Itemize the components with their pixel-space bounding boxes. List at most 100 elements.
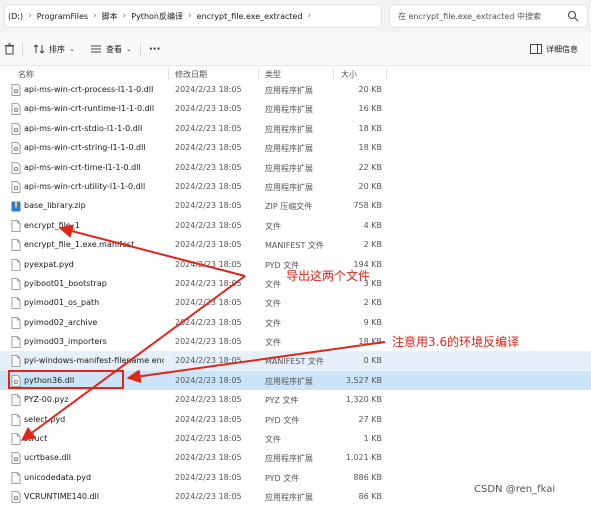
search-placeholder: 在 encrypt_file.exe_extracted 中搜索 [398, 11, 542, 21]
breadcrumb-drive[interactable]: (D:) [5, 12, 26, 21]
file-size: 886 KB [353, 472, 382, 482]
file-type: MANIFEST 文件 [265, 241, 324, 251]
breadcrumb-scripts[interactable]: 脚本 [99, 11, 121, 22]
file-size: 18 KB [358, 123, 382, 133]
file-row[interactable]: base_library.zip 2024/2/23 18:05 ZIP 压缩文件 7… [0, 196, 591, 215]
file-row[interactable]: api-ms-win-crt-stdio-l1-1-0.dll 2024/2/23… [0, 119, 591, 138]
file-row[interactable]: api-ms-win-crt-runtime-l1-1-0.dll 2024/2/… [0, 99, 591, 118]
file-row[interactable]: encrypt_file_1.exe.manifest 2024/2/23 18:… [0, 235, 591, 254]
dll-icon [11, 103, 21, 117]
dll-icon [11, 122, 21, 137]
file-icon [11, 355, 21, 369]
file-row[interactable]: api-ms-win-crt-string-l1-1-0.dll 2024/2/2… [0, 138, 591, 157]
column-name[interactable]: 名称 [18, 69, 34, 80]
trash-icon [5, 43, 14, 55]
file-type: 文件 [265, 338, 281, 348]
file-type: 文件 [265, 299, 281, 309]
file-date: 2024/2/23 18:05 [175, 123, 242, 133]
column-divider[interactable] [168, 68, 169, 80]
file-icon [11, 219, 21, 234]
file-row[interactable]: api-ms-win-crt-time-l1-1-0.dll 2024/2/23 … [0, 158, 591, 177]
column-divider[interactable] [386, 68, 387, 80]
file-type: 文件 [265, 318, 281, 328]
file-type: 应用程序扩展 [265, 182, 313, 192]
file-size: 18 KB [358, 337, 382, 347]
search-input[interactable]: 在 encrypt_file.exe_extracted 中搜索 [389, 4, 588, 28]
column-type[interactable]: 类型 [265, 69, 281, 80]
file-type: PYZ 文件 [265, 396, 299, 406]
file-date: 2024/2/23 18:05 [175, 492, 242, 502]
file-type: 应用程序扩展 [265, 144, 313, 154]
file-row[interactable]: PYZ-00.pyz 2024/2/23 18:05 PYZ 文件 1,320 KB [0, 390, 591, 409]
column-size[interactable]: 大小 [341, 69, 357, 80]
file-date: 2024/2/23 18:05 [175, 434, 242, 444]
dll-icon [11, 452, 21, 466]
file-icon [11, 471, 21, 486]
file-icon [11, 297, 21, 311]
chevron-right-icon: › [187, 11, 192, 21]
file-size: 18 KB [358, 143, 382, 153]
file-row[interactable]: encrypt_file_1 2024/2/23 18:05 文件 4 KB [0, 216, 591, 235]
breadcrumb-programfiles[interactable]: ProgramFiles [34, 12, 91, 21]
file-icon [11, 413, 21, 428]
column-divider[interactable] [333, 68, 334, 80]
column-date[interactable]: 修改日期 [175, 69, 207, 80]
file-size: 0 KB [363, 356, 382, 366]
delete-button[interactable] [4, 41, 15, 57]
view-button[interactable]: 查看 ⌄ [90, 41, 132, 57]
file-name: pyimod02_archive [24, 317, 98, 327]
breadcrumb[interactable]: (D:) › ProgramFiles › 脚本 › Python反编译 › e… [4, 4, 382, 28]
file-row[interactable]: struct 2024/2/23 18:05 文件 1 KB [0, 429, 591, 448]
file-type: 应用程序扩展 [265, 376, 313, 386]
toolbar-divider [140, 42, 141, 56]
column-divider[interactable] [258, 68, 259, 80]
file-row[interactable]: select.pyd 2024/2/23 18:05 PYD 文件 27 KB [0, 410, 591, 429]
file-row[interactable]: pyi-windows-manifest-filename encry... 20… [0, 351, 591, 371]
file-icon [11, 278, 21, 292]
file-row[interactable]: api-ms-win-crt-utility-l1-1-0.dll 2024/2/… [0, 177, 591, 196]
file-type: 应用程序扩展 [265, 86, 313, 95]
more-icon: ··· [149, 43, 161, 55]
file-row[interactable]: ucrtbase.dll 2024/2/23 18:05 应用程序扩展 1,021 K… [0, 448, 591, 467]
file-date: 2024/2/23 18:05 [175, 337, 242, 347]
file-size: 2 KB [363, 298, 382, 308]
more-options-button[interactable]: ··· [149, 41, 160, 57]
command-bar: 排序 ⌄ 查看 ⌄ ··· 详细信息 [0, 32, 591, 66]
file-name: api-ms-win-crt-process-l1-1-0.dll [24, 85, 154, 94]
file-date: 2024/2/23 18:05 [175, 259, 242, 269]
file-list: api-ms-win-crt-process-l1-1-0.dll 2024/2/… [0, 80, 591, 506]
details-pane-button[interactable]: 详细信息 [530, 41, 578, 57]
file-type: PYD 文件 [265, 415, 300, 425]
file-type: 文件 [265, 221, 281, 231]
file-type: ZIP 压缩文件 [265, 202, 313, 212]
file-size: 1 KB [363, 434, 382, 444]
file-size: 1,320 KB [345, 395, 382, 405]
file-name: pyimod01_os_path [24, 298, 100, 308]
file-date: 2024/2/23 18:05 [175, 143, 242, 153]
dll-icon [11, 181, 21, 195]
file-row[interactable]: pyimod01_os_path 2024/2/23 18:05 文件 2 KB [0, 293, 591, 312]
file-icon [11, 394, 21, 408]
file-row[interactable]: api-ms-win-crt-process-l1-1-0.dll 2024/2/… [0, 80, 591, 99]
file-date: 2024/2/23 18:05 [175, 278, 242, 288]
file-date: 2024/2/23 18:05 [175, 375, 242, 385]
file-name: api-ms-win-crt-utility-l1-1-0.dll [24, 181, 146, 191]
breadcrumb-python-decompile[interactable]: Python反编译 [128, 11, 186, 22]
file-name: api-ms-win-crt-runtime-l1-1-0.dll [24, 104, 155, 114]
file-date: 2024/2/23 18:05 [175, 298, 242, 308]
zip-icon [11, 200, 21, 214]
sort-label: 排序 [49, 44, 65, 54]
file-name: api-ms-win-crt-string-l1-1-0.dll [24, 143, 146, 153]
view-icon [91, 45, 101, 53]
file-size: 27 KB [358, 414, 382, 424]
file-name: api-ms-win-crt-stdio-l1-1-0.dll [24, 123, 143, 133]
chevron-right-icon: › [122, 11, 127, 21]
file-date: 2024/2/23 18:05 [175, 162, 242, 172]
file-row[interactable]: pyimod02_archive 2024/2/23 18:05 文件 9 KB [0, 313, 591, 332]
breadcrumb-extracted[interactable]: encrypt_file.exe_extracted [194, 12, 306, 21]
dll-icon [11, 84, 21, 98]
sort-button[interactable]: 排序 ⌄ [33, 41, 75, 57]
file-date: 2024/2/23 18:05 [175, 201, 242, 211]
file-name: VCRUNTIME140.dll [24, 492, 99, 502]
file-name: encrypt_file_1 [24, 220, 80, 230]
